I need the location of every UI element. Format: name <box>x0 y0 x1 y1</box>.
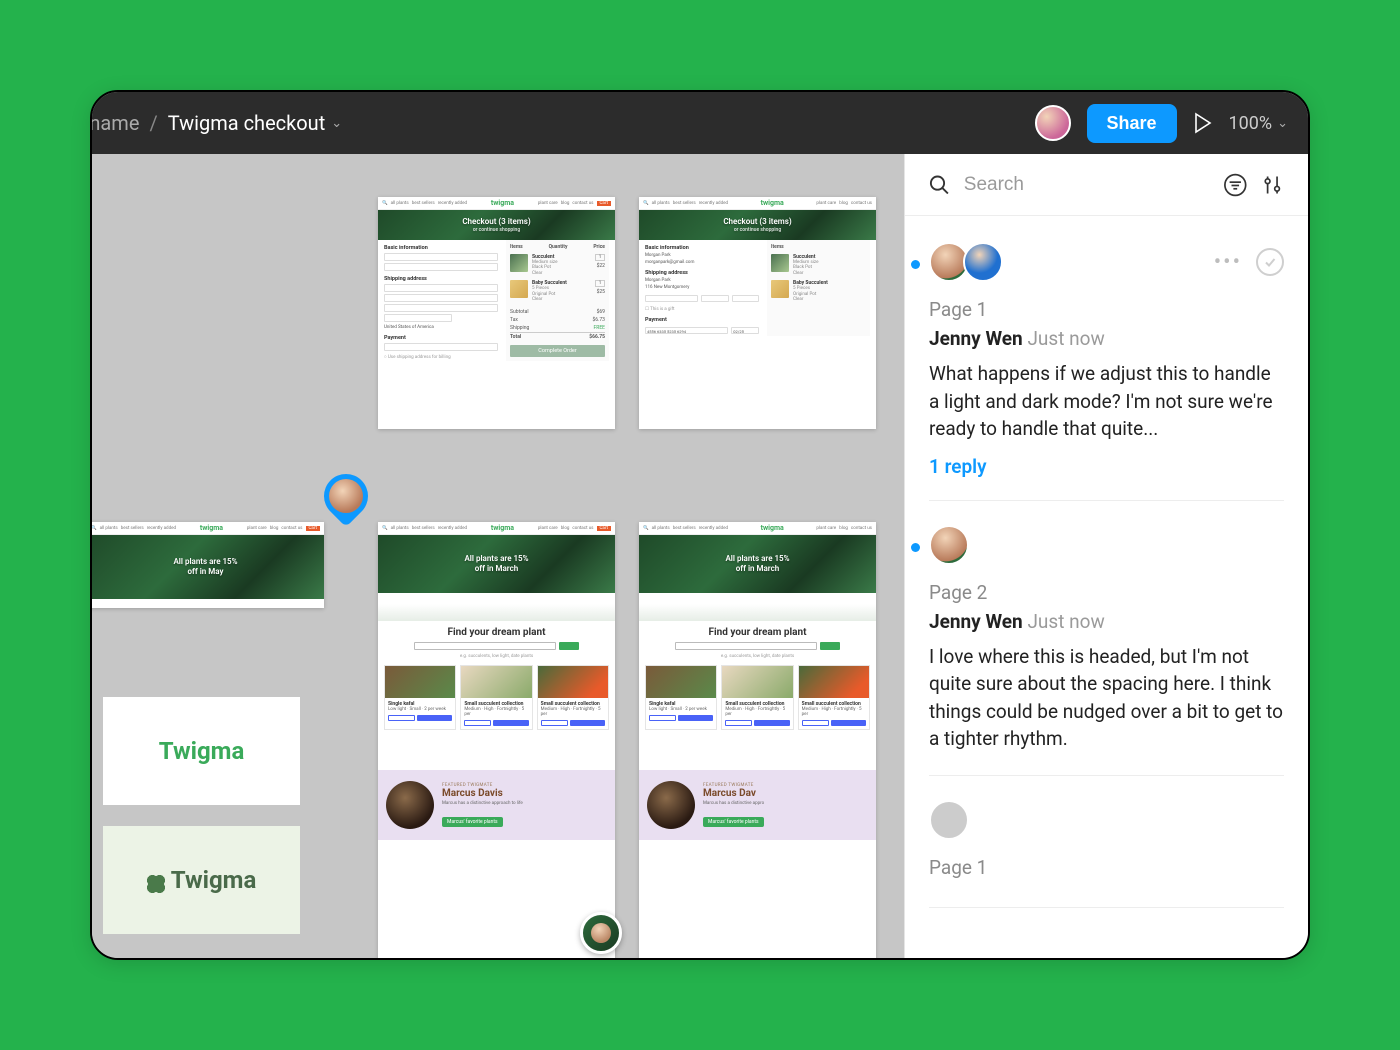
panel-search-bar <box>905 154 1308 216</box>
sliders-icon[interactable] <box>1261 173 1284 197</box>
toolbar: ject name / Twigma checkout ⌄ Share 100%… <box>92 92 1308 154</box>
more-icon[interactable]: ••• <box>1214 250 1242 275</box>
artboard-landing-march-2[interactable]: 🔍all plantsbest sellersrecently added tw… <box>639 522 876 958</box>
comment-byline: Jenny Wen Just now <box>929 610 1284 633</box>
chevron-down-icon[interactable]: ⌄ <box>331 116 342 131</box>
comment-byline: Jenny Wen Just now <box>929 327 1284 350</box>
artboard-logo-light[interactable]: Twigma <box>103 697 300 805</box>
share-button[interactable]: Share <box>1087 104 1177 143</box>
toolbar-actions: Share 100% ⌄ <box>1035 104 1288 143</box>
breadcrumb-current[interactable]: Twigma checkout ⌄ <box>168 111 342 135</box>
zoom-control[interactable]: 100% ⌄ <box>1229 113 1288 134</box>
brand-logo: twigma <box>761 199 784 207</box>
breadcrumb-parent[interactable]: ject name <box>90 111 139 135</box>
comment-page-ref: Page 1 <box>929 298 1284 321</box>
filter-icon[interactable] <box>1223 172 1248 198</box>
user-avatar[interactable] <box>1035 105 1071 141</box>
zoom-value: 100% <box>1229 113 1273 134</box>
comment-thread[interactable]: Page 1 <box>929 794 1284 908</box>
brand-logo: twigma <box>491 199 514 207</box>
avatar <box>963 242 1003 282</box>
avatar <box>929 800 969 840</box>
artboard-checkout-2[interactable]: 🔍all plantsbest sellersrecently added tw… <box>639 197 876 429</box>
search-icon <box>929 174 950 196</box>
comment-message: I love where this is headed, but I'm not… <box>929 643 1284 753</box>
artboard-landing-may[interactable]: 🔍all plantsbest sellersrecently added tw… <box>92 522 324 608</box>
comment-page-ref: Page 2 <box>929 581 1284 604</box>
comment-message: What happens if we adjust this to handle… <box>929 360 1284 443</box>
unread-indicator <box>911 543 920 552</box>
design-canvas[interactable]: 🔍all plantsbest sellersrecently added tw… <box>92 154 904 958</box>
resolve-button[interactable] <box>1256 248 1284 276</box>
comment-thread[interactable]: Page 2 Jenny Wen Just now I love where thi… <box>929 519 1284 776</box>
comment-thread[interactable]: ••• Page 1 Jenny Wen Just now What happens … <box>929 236 1284 501</box>
collaborator-cursor <box>580 912 622 954</box>
breadcrumb-current-label: Twigma checkout <box>168 111 326 135</box>
search-input[interactable] <box>964 174 1209 196</box>
comment-replies-link[interactable]: 1 reply <box>929 455 1284 478</box>
breadcrumb[interactable]: ject name / Twigma checkout ⌄ <box>90 111 342 135</box>
logo-mark-icon <box>147 875 165 893</box>
comments-list: ••• Page 1 Jenny Wen Just now What happens … <box>905 216 1308 958</box>
artboard-checkout-1[interactable]: 🔍all plantsbest sellersrecently added tw… <box>378 197 615 429</box>
artboard-logo-tinted[interactable]: Twigma <box>103 826 300 934</box>
breadcrumb-separator: / <box>149 111 157 135</box>
comments-panel: ••• Page 1 Jenny Wen Just now What happens … <box>904 154 1308 958</box>
artboard-landing-march-1[interactable]: 🔍all plantsbest sellersrecently added tw… <box>378 522 615 958</box>
chevron-down-icon: ⌄ <box>1277 116 1288 131</box>
unread-indicator <box>911 260 920 269</box>
play-icon[interactable] <box>1193 112 1213 134</box>
app-window: ject name / Twigma checkout ⌄ Share 100%… <box>90 90 1310 960</box>
avatar <box>929 525 969 565</box>
comment-page-ref: Page 1 <box>929 856 1284 879</box>
comment-pin[interactable] <box>324 474 374 524</box>
logo-text: Twigma <box>159 737 245 765</box>
logo-text: Twigma <box>171 866 257 894</box>
